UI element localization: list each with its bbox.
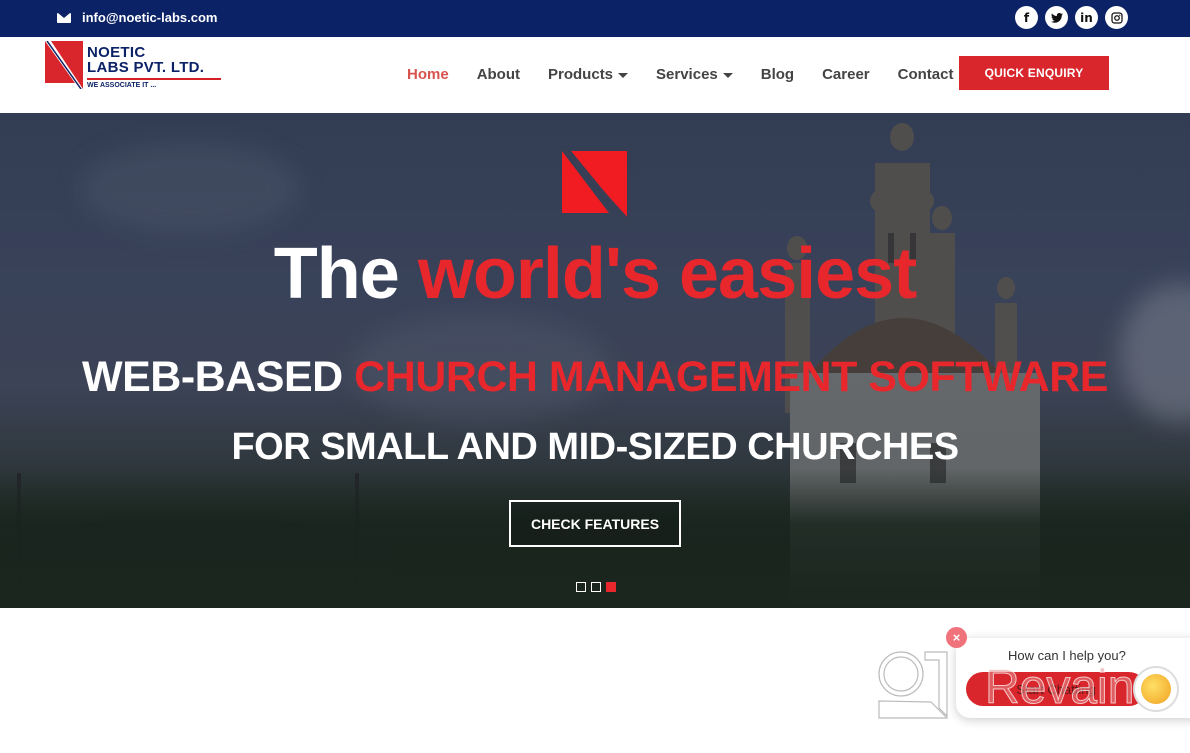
hero-subheadline: WEB-BASED CHURCH MANAGEMENT SOFTWARE [0, 352, 1190, 402]
nav-blog[interactable]: Blog [761, 66, 794, 83]
revain-logo-icon [878, 651, 949, 719]
check-features-button[interactable]: CHECK FEATURES [509, 500, 681, 547]
logo-line1: NOETIC [87, 44, 146, 61]
nav-blog-label: Blog [760, 66, 795, 83]
chat-avatar[interactable] [1133, 666, 1179, 712]
hero-slider: The world's easiest WEB-BASED CHURCH MAN… [0, 113, 1190, 608]
logo-mark-icon [45, 41, 83, 89]
slide-dot-1[interactable] [576, 582, 586, 592]
nav-career-label: Career [822, 66, 870, 83]
logo-line2: LABS PVT. LTD. [87, 59, 205, 76]
hero-headline: The world's easiest [0, 234, 1190, 314]
company-logo[interactable]: NOETIC LABS PVT. LTD. WE ASSOCIATE IT ..… [45, 41, 225, 91]
logo-divider [87, 78, 221, 80]
nav-services[interactable]: Services [656, 66, 733, 83]
nav-services-label: Services [656, 66, 718, 83]
headline-red: world's easiest [417, 234, 917, 314]
subheadline-red: CHURCH MANAGEMENT SOFTWARE [354, 353, 1108, 401]
nav-home-label: Home [407, 66, 449, 83]
quick-enquiry-button[interactable]: QUICK ENQUIRY [959, 56, 1109, 90]
start-chat-button[interactable]: Start Chatting [966, 672, 1146, 706]
facebook-icon[interactable]: f [1015, 6, 1038, 29]
slide-dot-2[interactable] [591, 582, 601, 592]
linkedin-icon[interactable]: in [1075, 6, 1098, 29]
instagram-icon[interactable] [1105, 6, 1128, 29]
social-links: f in [1015, 6, 1128, 29]
nav-contact-label: Contact [897, 66, 954, 83]
caret-down-icon [618, 73, 629, 78]
main-header: NOETIC LABS PVT. LTD. WE ASSOCIATE IT ..… [0, 37, 1190, 113]
caret-down-icon [722, 73, 733, 78]
chat-question: How can I help you? [1008, 648, 1126, 663]
nav-about-label: About [476, 66, 521, 83]
nav-products-label: Products [548, 66, 614, 83]
main-nav: Home About Products Services Blog Career… [407, 66, 981, 83]
contact-email[interactable]: info@noetic-labs.com [57, 10, 217, 25]
close-icon[interactable]: × [946, 627, 967, 648]
top-bar: info@noetic-labs.com f in [0, 0, 1190, 37]
logo-tagline: WE ASSOCIATE IT ... [87, 82, 157, 89]
twitter-icon[interactable] [1045, 6, 1068, 29]
slider-dots [576, 582, 616, 592]
email-text[interactable]: info@noetic-labs.com [82, 10, 217, 25]
nav-contact[interactable]: Contact [898, 66, 954, 83]
nav-home[interactable]: Home [407, 66, 449, 83]
hero-tagline: FOR SMALL AND MID-SIZED CHURCHES [231, 426, 959, 468]
nav-products[interactable]: Products [548, 66, 629, 83]
nav-career[interactable]: Career [822, 66, 870, 83]
envelope-icon [57, 12, 71, 23]
nav-about[interactable]: About [477, 66, 520, 83]
subheadline-white: WEB-BASED [82, 353, 343, 401]
emoji-face-icon [1141, 674, 1171, 704]
headline-white: The [273, 234, 400, 314]
slide-dot-3[interactable] [606, 582, 616, 592]
hero-logo-icon [562, 149, 629, 219]
